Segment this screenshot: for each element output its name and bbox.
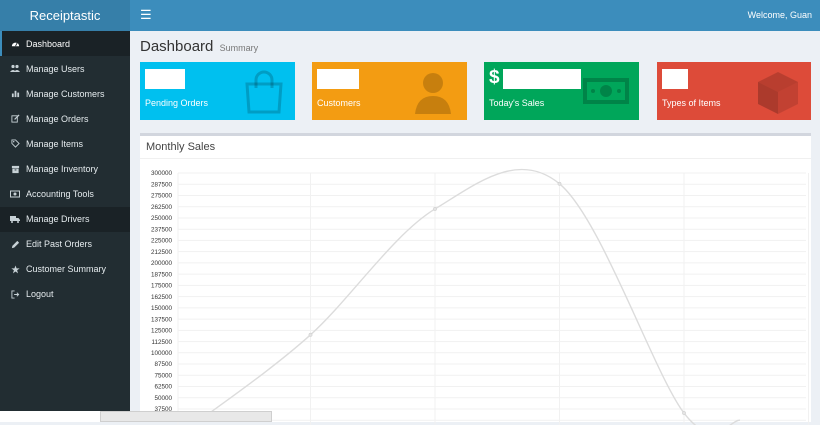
page-subtitle: Summary: [219, 43, 259, 53]
data-point[interactable]: [433, 207, 437, 211]
user-icon: [413, 70, 453, 119]
main-content: Dashboard Summary Pending Orders Custome…: [130, 31, 820, 425]
page-title-text: Dashboard: [140, 38, 214, 55]
y-tick-label: 50000: [154, 395, 172, 402]
top-navbar: ☰ Welcome, Guan: [130, 0, 820, 31]
money-icon: [581, 76, 631, 111]
y-tick-label: 150000: [151, 305, 173, 312]
sidebar-item-customer-summary[interactable]: Customer Summary: [0, 257, 130, 282]
sidebar-item-label: Manage Items: [26, 138, 84, 149]
y-tick-label: 112500: [151, 339, 172, 346]
dashboard-icon: [10, 39, 20, 49]
tile-label: Customers: [317, 98, 361, 108]
data-point[interactable]: [308, 332, 313, 337]
brand-name: Receiptastic: [29, 8, 101, 23]
redacted-value: [317, 69, 359, 89]
y-tick-label: 250000: [151, 215, 173, 222]
truck-icon: [10, 214, 20, 224]
tile-types-of-items[interactable]: Types of Items: [657, 62, 811, 120]
redacted-value: [503, 69, 581, 89]
y-tick-label: 262500: [151, 204, 173, 211]
cube-icon: [755, 70, 801, 120]
page-title: Dashboard Summary: [140, 38, 258, 55]
sidebar-item-label: Manage Customers: [26, 88, 105, 99]
y-tick-label: 175000: [151, 283, 173, 290]
sidebar-item-dashboard[interactable]: Dashboard: [0, 31, 130, 57]
tile-label: Today's Sales: [489, 98, 545, 108]
sidebar-item-manage-inventory[interactable]: Manage Inventory: [0, 156, 130, 181]
y-tick-label: 87500: [154, 361, 172, 368]
edit-icon: [10, 114, 20, 124]
sign-out-icon: [10, 289, 20, 299]
sidebar-item-label: Manage Inventory: [26, 164, 99, 175]
sidebar-item-manage-users[interactable]: Manage Users: [0, 56, 130, 81]
tag-icon: [10, 139, 20, 149]
welcome-user-link[interactable]: Welcome, Guan: [748, 10, 812, 20]
bar-chart-icon: [10, 89, 20, 99]
monthly-sales-panel: Monthly Sales 300000 287500 275000 262500 25…: [140, 133, 811, 425]
hamburger-menu-icon[interactable]: ☰: [140, 8, 152, 21]
sidebar-item-label: Customer Summary: [26, 264, 107, 275]
archive-icon: [10, 164, 20, 174]
tile-label: Types of Items: [662, 98, 721, 108]
monthly-sales-chart: 300000 287500 275000 262500 250000 237500 2250…: [151, 168, 809, 425]
browser-status-bar: [0, 411, 100, 422]
y-tick-label: 300000: [151, 170, 173, 177]
y-tick-label: 125000: [151, 328, 173, 335]
sidebar-item-label: Dashboard: [26, 38, 71, 49]
sidebar-item-label: Manage Users: [26, 63, 85, 74]
sidebar: Receiptastic Dashboard Manage Users Mana…: [0, 0, 130, 422]
sidebar-item-label: Edit Past Orders: [26, 239, 93, 250]
sidebar-item-manage-customers[interactable]: Manage Customers: [0, 81, 130, 106]
panel-title: Monthly Sales: [146, 141, 216, 153]
currency-symbol: $: [489, 67, 500, 88]
tile-pending-orders[interactable]: Pending Orders: [140, 62, 295, 120]
y-tick-label: 75000: [154, 372, 172, 379]
y-tick-label: 237500: [151, 226, 173, 233]
sidebar-item-label: Accounting Tools: [26, 189, 94, 200]
sidebar-item-manage-items[interactable]: Manage Items: [0, 131, 130, 156]
shopping-bag-icon: [243, 70, 285, 119]
money-icon: [10, 189, 20, 199]
sidebar-item-label: Logout: [26, 289, 54, 300]
star-icon: [10, 264, 20, 274]
sidebar-item-logout[interactable]: Logout: [0, 282, 130, 307]
brand-logo[interactable]: Receiptastic: [0, 0, 130, 31]
y-tick-label: 200000: [151, 260, 173, 267]
sidebar-item-label: Manage Orders: [26, 113, 89, 124]
data-point[interactable]: [682, 411, 686, 415]
y-tick-label: 275000: [151, 193, 173, 200]
y-tick-label: 100000: [151, 350, 173, 357]
y-tick-label: 137500: [151, 316, 173, 323]
sidebar-item-manage-orders[interactable]: Manage Orders: [0, 106, 130, 131]
tile-customers[interactable]: Customers: [312, 62, 467, 120]
users-icon: [10, 64, 20, 74]
redacted-value: [145, 69, 185, 89]
redacted-value: [662, 69, 688, 89]
sidebar-item-manage-drivers[interactable]: Manage Drivers: [0, 206, 130, 232]
y-tick-label: 225000: [151, 238, 173, 245]
y-tick-label: 162500: [151, 294, 173, 301]
y-tick-label: 187500: [151, 271, 173, 278]
sidebar-item-edit-past-orders[interactable]: Edit Past Orders: [0, 232, 130, 257]
data-point[interactable]: [557, 181, 562, 186]
y-tick-label: 62500: [154, 384, 172, 391]
tile-label: Pending Orders: [145, 98, 209, 108]
sidebar-menu: Dashboard Manage Users Manage Customers …: [0, 31, 130, 307]
sidebar-item-label: Manage Drivers: [26, 214, 90, 225]
y-tick-label: 287500: [151, 181, 173, 188]
horizontal-scrollbar[interactable]: [100, 411, 272, 422]
pencil-icon: [10, 239, 20, 249]
sidebar-item-accounting-tools[interactable]: Accounting Tools: [0, 182, 130, 207]
tile-todays-sales[interactable]: $ Today's Sales: [484, 62, 639, 120]
y-tick-label: 212500: [151, 249, 173, 256]
